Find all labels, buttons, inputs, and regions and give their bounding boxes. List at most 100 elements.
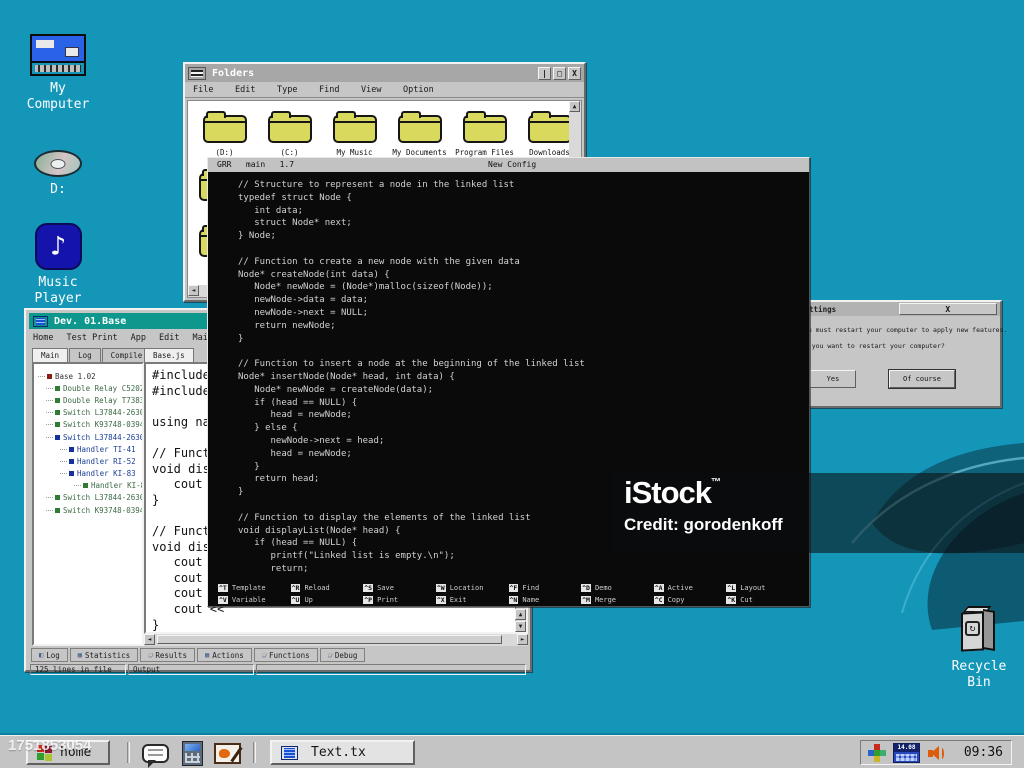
dialog-title-bar[interactable]: Settings X bbox=[792, 302, 1000, 316]
tree-item[interactable]: Switch K93748-03944 bbox=[36, 504, 142, 516]
recycle-bin-icon: ↻ bbox=[959, 606, 999, 654]
maximize-button[interactable]: □ bbox=[553, 66, 566, 80]
panel-icon: ❏ bbox=[261, 651, 267, 659]
bottom-tab[interactable]: ▦ Actions bbox=[196, 648, 252, 662]
chat-icon[interactable] bbox=[142, 744, 169, 768]
menu-item[interactable]: Type bbox=[277, 85, 319, 95]
scroll-right-icon[interactable]: ► bbox=[517, 634, 528, 645]
shortcut-column: ^R Reload ^U Up bbox=[290, 582, 364, 605]
scroll-up-icon[interactable]: ▲ bbox=[569, 101, 580, 112]
scroll-left-icon[interactable]: ◄ bbox=[188, 285, 199, 296]
scroll-down-icon[interactable]: ▼ bbox=[515, 621, 526, 632]
tree-item[interactable]: Switch L37844-26304 bbox=[36, 431, 142, 443]
status-output: Output bbox=[128, 664, 254, 675]
tree-item[interactable]: Switch L37844-26304 bbox=[36, 407, 142, 419]
shortcut-column: ^S Save ^P Print bbox=[363, 582, 436, 605]
tree-connector bbox=[74, 485, 81, 487]
terminal-code-line: newNode->data = data; bbox=[238, 295, 369, 306]
bottom-tab[interactable]: ❏ Results bbox=[140, 648, 195, 662]
minimize-button[interactable]: | bbox=[538, 66, 551, 80]
tree-item[interactable]: Switch L37844-26304 bbox=[36, 492, 142, 504]
folder-item[interactable]: (C:) bbox=[257, 111, 322, 157]
shortcut-label: Find bbox=[522, 583, 540, 592]
shortcut-entry: ^R Reload bbox=[290, 583, 364, 592]
dev-status-bar: 125 lines in file Output bbox=[30, 664, 526, 675]
folder-item[interactable]: (D:) bbox=[192, 111, 257, 157]
task-button-text-file[interactable]: Text.tx bbox=[270, 740, 415, 765]
terminal-title-left: GRR main 1.7 bbox=[217, 160, 295, 169]
menu-item[interactable]: Edit bbox=[159, 333, 179, 346]
tab-editor-file[interactable]: Base.js bbox=[144, 348, 194, 362]
terminal-code-line: } else { bbox=[238, 423, 298, 434]
calendar-icon[interactable]: 14.08 bbox=[893, 742, 920, 763]
tree-item[interactable]: Handler KI-83 bbox=[36, 480, 142, 492]
terminal-code-line: return newNode; bbox=[238, 320, 336, 331]
shortcut-key: ^F bbox=[508, 583, 519, 592]
menu-item[interactable]: File bbox=[193, 85, 235, 95]
folder-icon bbox=[397, 111, 442, 143]
terminal-code-line: if (head == NULL) { bbox=[238, 397, 358, 408]
tree-connector bbox=[46, 424, 53, 426]
calculator-icon[interactable] bbox=[182, 741, 203, 766]
bottom-tab[interactable]: ❏ Debug bbox=[319, 648, 366, 662]
folder-item[interactable]: My Documents bbox=[387, 111, 452, 157]
menu-item[interactable]: View bbox=[361, 85, 403, 95]
folder-list: (D:) (C:) My Music My Documents Program … bbox=[192, 111, 582, 157]
menu-item[interactable]: Option bbox=[403, 85, 445, 95]
scroll-up-icon[interactable]: ▲ bbox=[515, 609, 526, 620]
tree-item[interactable]: Double Relay T7383 bbox=[36, 394, 142, 406]
bottom-tab[interactable]: ▦ Statistics bbox=[69, 648, 139, 662]
shortcut-entry: ^D Demo bbox=[581, 583, 654, 592]
task-button-label: Text.tx bbox=[311, 745, 366, 760]
tab-log[interactable]: Log bbox=[69, 348, 101, 362]
folders-title-bar[interactable]: Folders | □ X bbox=[185, 64, 584, 82]
close-icon[interactable]: X bbox=[898, 303, 997, 315]
component-tree-panel: Base 1.02 Double Relay C5202 Double Rela… bbox=[32, 362, 144, 646]
tree-item[interactable]: Double Relay C5202 bbox=[36, 382, 142, 394]
close-button[interactable]: X bbox=[568, 66, 581, 80]
shortcut-key: ^K bbox=[726, 595, 737, 604]
tree-item[interactable]: Handler KI-83 bbox=[36, 468, 142, 480]
desktop-icon-music-player[interactable]: ♪ Music Player bbox=[15, 223, 101, 307]
shortcut-entry: ^S Save bbox=[363, 583, 436, 592]
bottom-tab[interactable]: ❏ Functions bbox=[253, 648, 318, 662]
shortcut-entry: ^V Variable bbox=[218, 595, 291, 604]
menu-item[interactable]: Home bbox=[33, 333, 53, 346]
bottom-tab[interactable]: ◧ Log bbox=[31, 648, 68, 662]
yes-button[interactable]: Yes bbox=[810, 370, 856, 388]
scrollbar-thumb[interactable] bbox=[157, 635, 502, 644]
shortcut-label: Location bbox=[449, 583, 484, 592]
my-computer-icon bbox=[30, 34, 86, 76]
terminal-code-line: } Node; bbox=[238, 231, 276, 242]
tree-item[interactable]: Switch K93748-03944 bbox=[36, 419, 142, 431]
terminal-code-line: Node* newNode = createNode(data); bbox=[238, 384, 434, 395]
tree-item[interactable]: Handler RI-52 bbox=[36, 455, 142, 467]
network-grid-icon[interactable] bbox=[869, 745, 885, 761]
shortcut-column: ^D Demo ^M Merge bbox=[581, 582, 654, 605]
tab-main[interactable]: Main bbox=[32, 348, 69, 362]
terminal-title-bar[interactable]: GRR main 1.7 New Config bbox=[208, 158, 809, 172]
bottom-tab-label: Debug bbox=[334, 650, 358, 660]
menu-item[interactable]: Edit bbox=[235, 85, 277, 95]
paint-icon[interactable] bbox=[214, 743, 241, 764]
menu-item[interactable]: Test Print bbox=[66, 333, 117, 346]
speaker-icon[interactable] bbox=[928, 745, 944, 761]
of-course-button[interactable]: Of course bbox=[888, 369, 956, 389]
scroll-left-icon[interactable]: ◄ bbox=[144, 634, 155, 645]
terminal-code-line: int data; bbox=[238, 205, 304, 216]
hamburger-icon[interactable] bbox=[188, 66, 206, 80]
desktop-icon-recycle-bin[interactable]: ↻ Recycle Bin bbox=[936, 606, 1022, 691]
desktop-icon-d-drive[interactable]: D: bbox=[15, 146, 101, 198]
desktop: My Computer D: ♪ Music Player ↻ Recycle … bbox=[0, 0, 1024, 768]
menu-item[interactable]: App bbox=[131, 333, 146, 346]
editor-horizontal-scrollbar[interactable]: ◄ ► bbox=[144, 634, 528, 646]
bottom-tab-label: Functions bbox=[269, 650, 310, 660]
shortcut-key: ^S bbox=[363, 583, 374, 592]
menu-item[interactable]: Find bbox=[319, 85, 361, 95]
terminal-code-line: Node* insertNode(Node* head, int data) { bbox=[238, 371, 455, 382]
tree-item[interactable]: Base 1.02 bbox=[36, 370, 142, 382]
folder-item[interactable]: My Music bbox=[322, 111, 387, 157]
folder-item[interactable]: Program Files bbox=[452, 111, 517, 157]
tree-item[interactable]: Handler TI-41 bbox=[36, 443, 142, 455]
desktop-icon-my-computer[interactable]: My Computer bbox=[15, 34, 101, 113]
